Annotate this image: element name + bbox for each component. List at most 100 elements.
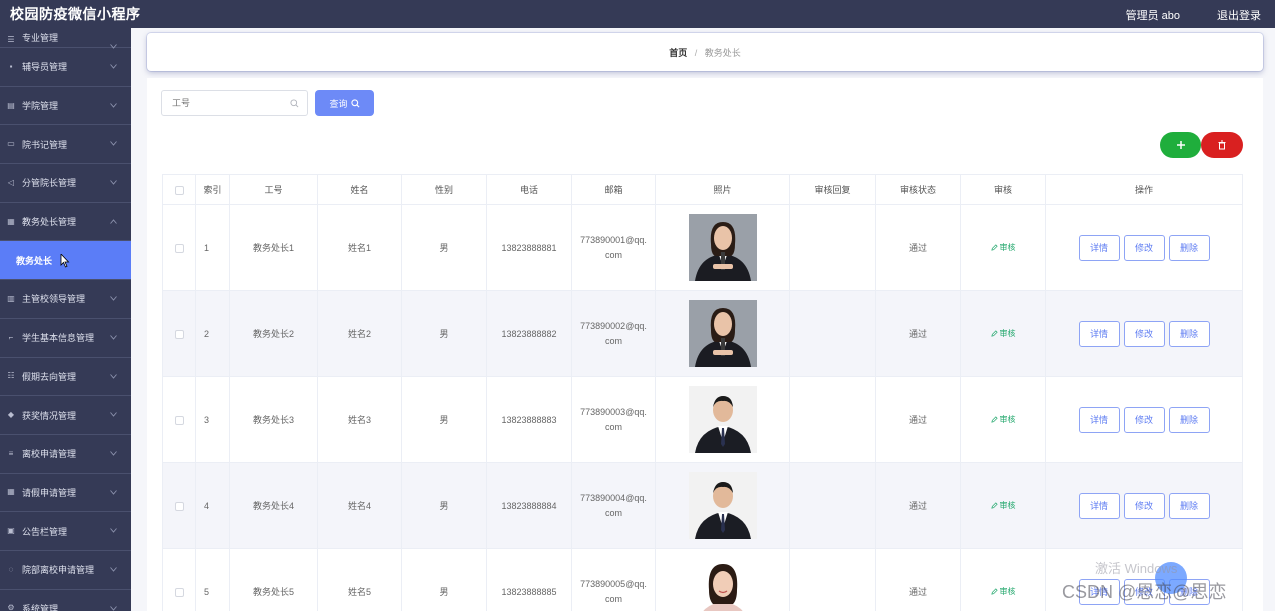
row-checkbox[interactable] <box>174 243 184 253</box>
award-icon: ◆ <box>7 410 15 420</box>
header-email: 邮箱 <box>571 174 656 205</box>
delete-button[interactable]: 删除 <box>1168 406 1210 433</box>
edit-button[interactable]: 修改 <box>1123 406 1165 433</box>
sidebar-item[interactable]: ⌐ 学生基本信息管理 <box>0 319 131 358</box>
cell-phone: 13823888881 <box>486 204 572 291</box>
header-reply: 审核回复 <box>789 174 876 205</box>
sidebar-item-label: 公告栏管理 <box>22 526 68 537</box>
cell-gender: 男 <box>401 290 487 377</box>
delete-button[interactable]: 删除 <box>1168 492 1210 519</box>
sidebar-item-label: 学院管理 <box>22 101 59 112</box>
menu-icon: ☰ <box>7 35 15 44</box>
sidebar-item[interactable]: ▦ 请假申请管理 <box>0 474 131 513</box>
detail-button[interactable]: 详情 <box>1078 234 1120 261</box>
edit-button[interactable]: 修改 <box>1123 492 1165 519</box>
header-select-all[interactable] <box>162 174 196 205</box>
sidebar-item[interactable]: ▭ 院书记管理 <box>0 125 131 165</box>
cell-phone: 13823888882 <box>486 290 572 377</box>
chevron-down-icon <box>110 449 117 458</box>
sidebar-item[interactable]: ☰ 专业管理 <box>0 28 131 49</box>
cell-audit: 审核 <box>960 548 1046 611</box>
list-icon: ≡ <box>8 448 14 458</box>
cell-phone: 13823888883 <box>486 376 572 463</box>
search-input[interactable] <box>172 91 292 115</box>
audit-link[interactable]: 审核 <box>990 329 1016 338</box>
logout-link[interactable]: 退出登录 <box>1217 7 1261 23</box>
chevron-down-icon <box>110 488 117 497</box>
audit-label: 审核 <box>999 243 1016 252</box>
sidebar-item[interactable]: ⚙ 系统管理 <box>0 590 131 611</box>
row-select[interactable] <box>162 204 196 291</box>
row-checkbox[interactable] <box>174 587 184 597</box>
detail-button[interactable]: 详情 <box>1078 406 1120 433</box>
delete-button[interactable]: 删除 <box>1168 234 1210 261</box>
row-select[interactable] <box>162 548 196 611</box>
sidebar-item-label: 假期去向管理 <box>22 371 77 382</box>
sidebar-item-label: 教务处长管理 <box>22 217 77 228</box>
audit-label: 审核 <box>999 501 1016 510</box>
edit-button[interactable]: 修改 <box>1123 234 1165 261</box>
cell-id: 教务处长3 <box>229 376 318 463</box>
sidebar-item[interactable]: ▦ 教务处长管理 <box>0 203 131 242</box>
sidebar-item[interactable]: ▪ 辅导员管理 <box>0 48 131 87</box>
csdn-watermark: CSDN @恩恋@思恋 <box>1062 582 1227 602</box>
search-icon <box>350 98 359 107</box>
row-select[interactable] <box>162 462 196 549</box>
delete-button[interactable]: 删除 <box>1168 320 1210 347</box>
chevron-down-icon <box>110 526 117 535</box>
edit-icon <box>990 588 998 595</box>
row-checkbox[interactable] <box>174 415 184 425</box>
row-select[interactable] <box>162 376 196 463</box>
batch-delete-button[interactable] <box>1201 132 1243 158</box>
cell-status: 通过 <box>875 548 961 611</box>
row-checkbox[interactable] <box>174 501 184 511</box>
sidebar-item[interactable]: ▤ 学院管理 <box>0 87 131 126</box>
audit-link[interactable]: 审核 <box>990 587 1016 596</box>
sidebar-item[interactable]: ▣ 公告栏管理 <box>0 512 131 551</box>
header-photo: 照片 <box>655 174 790 205</box>
sidebar-item[interactable]: ◌ 院部离校申请管理 <box>0 551 131 590</box>
sidebar-item[interactable]: ◆ 获奖情况管理 <box>0 396 131 435</box>
sidebar-item-label: 学生基本信息管理 <box>22 333 95 344</box>
add-button[interactable] <box>1160 132 1201 158</box>
sidebar-item-label: 请假申请管理 <box>22 487 77 498</box>
sidebar-item[interactable]: ◁ 分管院长管理 <box>0 164 131 203</box>
sidebar-item[interactable]: ≡ 离校申请管理 <box>0 435 131 474</box>
sliders-icon: ☷ <box>7 371 15 381</box>
detail-button[interactable]: 详情 <box>1078 320 1120 347</box>
cell-name: 姓名1 <box>317 204 402 291</box>
profile-photo <box>688 300 757 367</box>
cell-actions: 详情 修改 删除 <box>1045 290 1243 377</box>
cell-photo <box>655 462 790 549</box>
main-content: 查询 索引 工号 姓名 性别 <box>147 78 1263 611</box>
header-actions: 操作 <box>1045 174 1243 205</box>
chevron-up-icon <box>110 217 117 226</box>
row-checkbox[interactable] <box>174 329 184 339</box>
row-select[interactable] <box>162 290 196 377</box>
cell-actions: 详情 修改 删除 <box>1045 204 1243 291</box>
building-icon: ▤ <box>7 100 15 110</box>
audit-link[interactable]: 审核 <box>990 415 1016 424</box>
query-button[interactable]: 查询 <box>315 90 374 116</box>
profile-photo <box>688 558 757 611</box>
sidebar-item-label: 院部离校申请管理 <box>22 565 95 576</box>
select-all-checkbox[interactable] <box>174 185 184 195</box>
table-icon: ▦ <box>7 487 15 497</box>
cell-reply <box>789 376 876 463</box>
sidebar-item[interactable]: ☷ 假期去向管理 <box>0 358 131 397</box>
cell-name: 姓名5 <box>317 548 402 611</box>
header-id: 工号 <box>229 174 318 205</box>
email-text: 773890004@qq.com <box>580 492 647 518</box>
edit-button[interactable]: 修改 <box>1123 320 1165 347</box>
sidebar-item[interactable]: ▥ 主管校领导管理 <box>0 280 131 319</box>
cell-status: 通过 <box>875 462 961 549</box>
detail-button[interactable]: 详情 <box>1078 492 1120 519</box>
data-table: 索引 工号 姓名 性别 电话 邮箱 照片 审核回复 审核状态 审核 操作 1 教务… <box>162 174 1243 611</box>
audit-link[interactable]: 审核 <box>990 243 1016 252</box>
mouse-cursor-icon <box>60 254 70 268</box>
audit-link[interactable]: 审核 <box>990 501 1016 510</box>
sidebar-item-label: 主管校领导管理 <box>22 294 86 305</box>
breadcrumb-home[interactable]: 首页 <box>669 48 687 58</box>
cell-reply <box>789 290 876 377</box>
chevron-down-icon <box>110 101 117 110</box>
